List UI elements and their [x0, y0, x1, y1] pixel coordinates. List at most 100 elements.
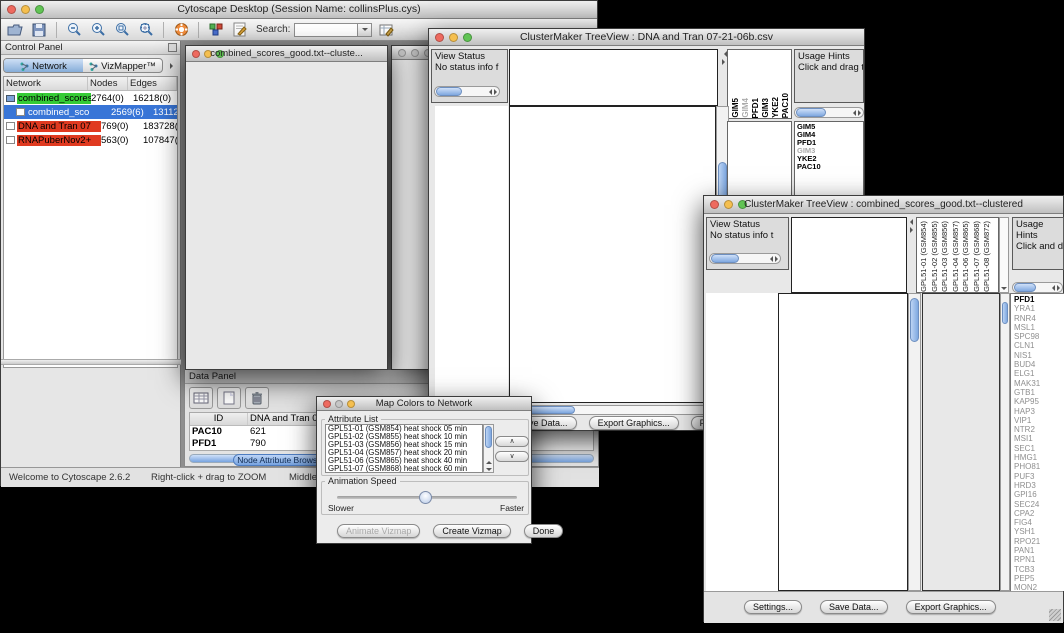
gene-label[interactable]: MSL1	[1014, 323, 1064, 332]
zoom-hscrollbar[interactable]	[794, 107, 864, 118]
help-lifebuoy-button[interactable]	[171, 21, 191, 39]
create-attribute-button[interactable]	[217, 387, 241, 409]
dialog-button[interactable]: Done	[524, 524, 564, 538]
node-attribute-browser-button[interactable]: Node Attribute Browser	[233, 454, 329, 466]
gene-label[interactable]: FIG4	[1014, 518, 1064, 527]
close-button[interactable]	[398, 49, 406, 57]
search-input[interactable]	[294, 23, 358, 37]
gene-label[interactable]: PEP5	[1014, 574, 1064, 583]
open-session-button[interactable]	[5, 21, 25, 39]
gene-label[interactable]: HRD3	[1014, 481, 1064, 490]
move-up-button[interactable]: ∧	[495, 436, 529, 447]
zoom-out-button[interactable]	[64, 21, 84, 39]
treeview-button[interactable]: Export Graphics...	[906, 600, 996, 614]
splitter-arrows[interactable]	[720, 49, 727, 106]
gene-label[interactable]: PAN1	[1014, 546, 1064, 555]
label-scroll-strip[interactable]	[999, 217, 1009, 293]
gene-label[interactable]: YRA1	[1014, 304, 1064, 313]
gene-label[interactable]: MAK31	[1014, 379, 1064, 388]
tab-network[interactable]: VizMapper™	[83, 59, 162, 72]
bottom-hscrollbar[interactable]	[509, 405, 716, 415]
gene-label[interactable]: VIP1	[1014, 416, 1064, 425]
status-scrollbar[interactable]	[709, 253, 781, 264]
col-header-id[interactable]: ID	[190, 413, 248, 425]
gene-label[interactable]: GPI16	[1014, 490, 1064, 499]
gene-label[interactable]: GTB1	[1014, 388, 1064, 397]
gene-label[interactable]: PFD1	[1014, 295, 1064, 304]
col-header-edges[interactable]: Edges	[128, 77, 177, 90]
gene-label[interactable]: RPO21	[1014, 537, 1064, 546]
heatmap-global-view[interactable]	[509, 106, 716, 403]
gene-label[interactable]: PHO81	[1014, 462, 1064, 471]
tab-overflow-button[interactable]	[165, 59, 178, 72]
resize-grip[interactable]	[1049, 609, 1061, 621]
row-dendrogram[interactable]	[706, 293, 778, 591]
gene-label[interactable]: MON2	[1014, 583, 1064, 591]
network-overview[interactable]	[2, 367, 178, 461]
select-attributes-button[interactable]	[189, 387, 213, 409]
move-down-button[interactable]: ∨	[495, 451, 529, 462]
zoom-selected-button[interactable]	[112, 21, 132, 39]
gene-label[interactable]: CLN1	[1014, 341, 1064, 350]
network-list-row[interactable]: combined_scores 2764(0) 16218(0)	[4, 91, 177, 105]
float-panel-icon[interactable]	[168, 43, 177, 52]
gene-label[interactable]: BUD4	[1014, 360, 1064, 369]
status-scrollbar[interactable]	[434, 86, 500, 97]
gene-label[interactable]: ELG1	[1014, 369, 1064, 378]
gene-label[interactable]: TCB3	[1014, 565, 1064, 574]
attribute-list[interactable]: GPL51-01 (GSM854) heat shock 05 minGPL51…	[325, 424, 483, 473]
network-list-row[interactable]: DNA and Tran 07 769(0) 183728(0)	[4, 119, 177, 133]
splitter-arrows[interactable]	[907, 217, 915, 293]
col-header-network[interactable]: Network	[4, 77, 88, 90]
gene-label[interactable]: KAP95	[1014, 397, 1064, 406]
gene-label[interactable]: SPC98	[1014, 332, 1064, 341]
gene-label[interactable]: PUF3	[1014, 472, 1064, 481]
col-header-nodes[interactable]: Nodes	[88, 77, 128, 90]
minimize-button[interactable]	[411, 49, 419, 57]
delete-attribute-button[interactable]	[245, 387, 269, 409]
network-list-row[interactable]: combined_sco 2569(6) 13112(15)	[4, 105, 177, 119]
dialog-button[interactable]: Create Vizmap	[433, 524, 510, 538]
treeview1-titlebar[interactable]: ClusterMaker TreeView : DNA and Tran 07-…	[429, 29, 864, 46]
gene-label[interactable]: NTR2	[1014, 425, 1064, 434]
zoom-in-button[interactable]	[88, 21, 108, 39]
overview-divider[interactable]	[1, 359, 181, 365]
search-dropdown-button[interactable]	[358, 23, 372, 37]
dialog-titlebar[interactable]: Map Colors to Network	[317, 397, 531, 411]
gene-label[interactable]: HMG1	[1014, 453, 1064, 462]
heatmap-global-view[interactable]	[778, 293, 908, 591]
network-window-titlebar[interactable]: combined_scores_good.txt--cluste...	[186, 46, 387, 62]
tab-network[interactable]: Network	[4, 59, 83, 72]
gene-label[interactable]: SEC1	[1014, 444, 1064, 453]
attribute-list-scrollbar[interactable]	[483, 424, 494, 473]
treeview2-titlebar[interactable]: ClusterMaker TreeView : combined_scores_…	[704, 196, 1063, 214]
gene-label[interactable]: RNR4	[1014, 314, 1064, 323]
zoom-vscrollbar[interactable]	[1000, 293, 1010, 591]
gene-label[interactable]: CPA2	[1014, 509, 1064, 518]
network-canvas[interactable]	[186, 62, 387, 370]
gene-label[interactable]: NIS1	[1014, 351, 1064, 360]
gene-label[interactable]: HAP3	[1014, 407, 1064, 416]
speed-slider-thumb[interactable]	[419, 491, 432, 504]
zoom-heatmap-view[interactable]	[922, 293, 1000, 591]
gene-label[interactable]: MSI1	[1014, 434, 1064, 443]
save-session-button[interactable]	[29, 21, 49, 39]
column-dendrogram[interactable]	[509, 49, 718, 106]
vizmapper-shortcut-icon[interactable]	[206, 21, 226, 39]
gene-label[interactable]: YSH1	[1014, 527, 1064, 536]
dialog-button[interactable]: Animate Vizmap	[337, 524, 420, 538]
treeview-button[interactable]: Settings...	[744, 600, 802, 614]
network-list-row[interactable]: RNAPuberNov2+ 563(0) 107847(0)	[4, 133, 177, 147]
annotation-icon[interactable]	[230, 21, 250, 39]
treeview-button[interactable]: Save Data...	[820, 600, 888, 614]
row-dendrogram[interactable]	[435, 106, 508, 403]
gene-label[interactable]: SEC24	[1014, 500, 1064, 509]
attribute-list-item[interactable]: GPL51-07 (GSM868) heat shock 60 min	[328, 465, 482, 473]
heatmap-vscrollbar[interactable]	[908, 293, 921, 591]
treeview-button[interactable]: Export Graphics...	[589, 416, 679, 430]
attribute-editor-icon[interactable]	[376, 21, 396, 39]
column-tree-area[interactable]	[791, 217, 907, 293]
zoom-fit-button[interactable]	[136, 21, 156, 39]
gene-label[interactable]: RPN1	[1014, 555, 1064, 564]
zoom-hscrollbar[interactable]	[1012, 282, 1063, 293]
